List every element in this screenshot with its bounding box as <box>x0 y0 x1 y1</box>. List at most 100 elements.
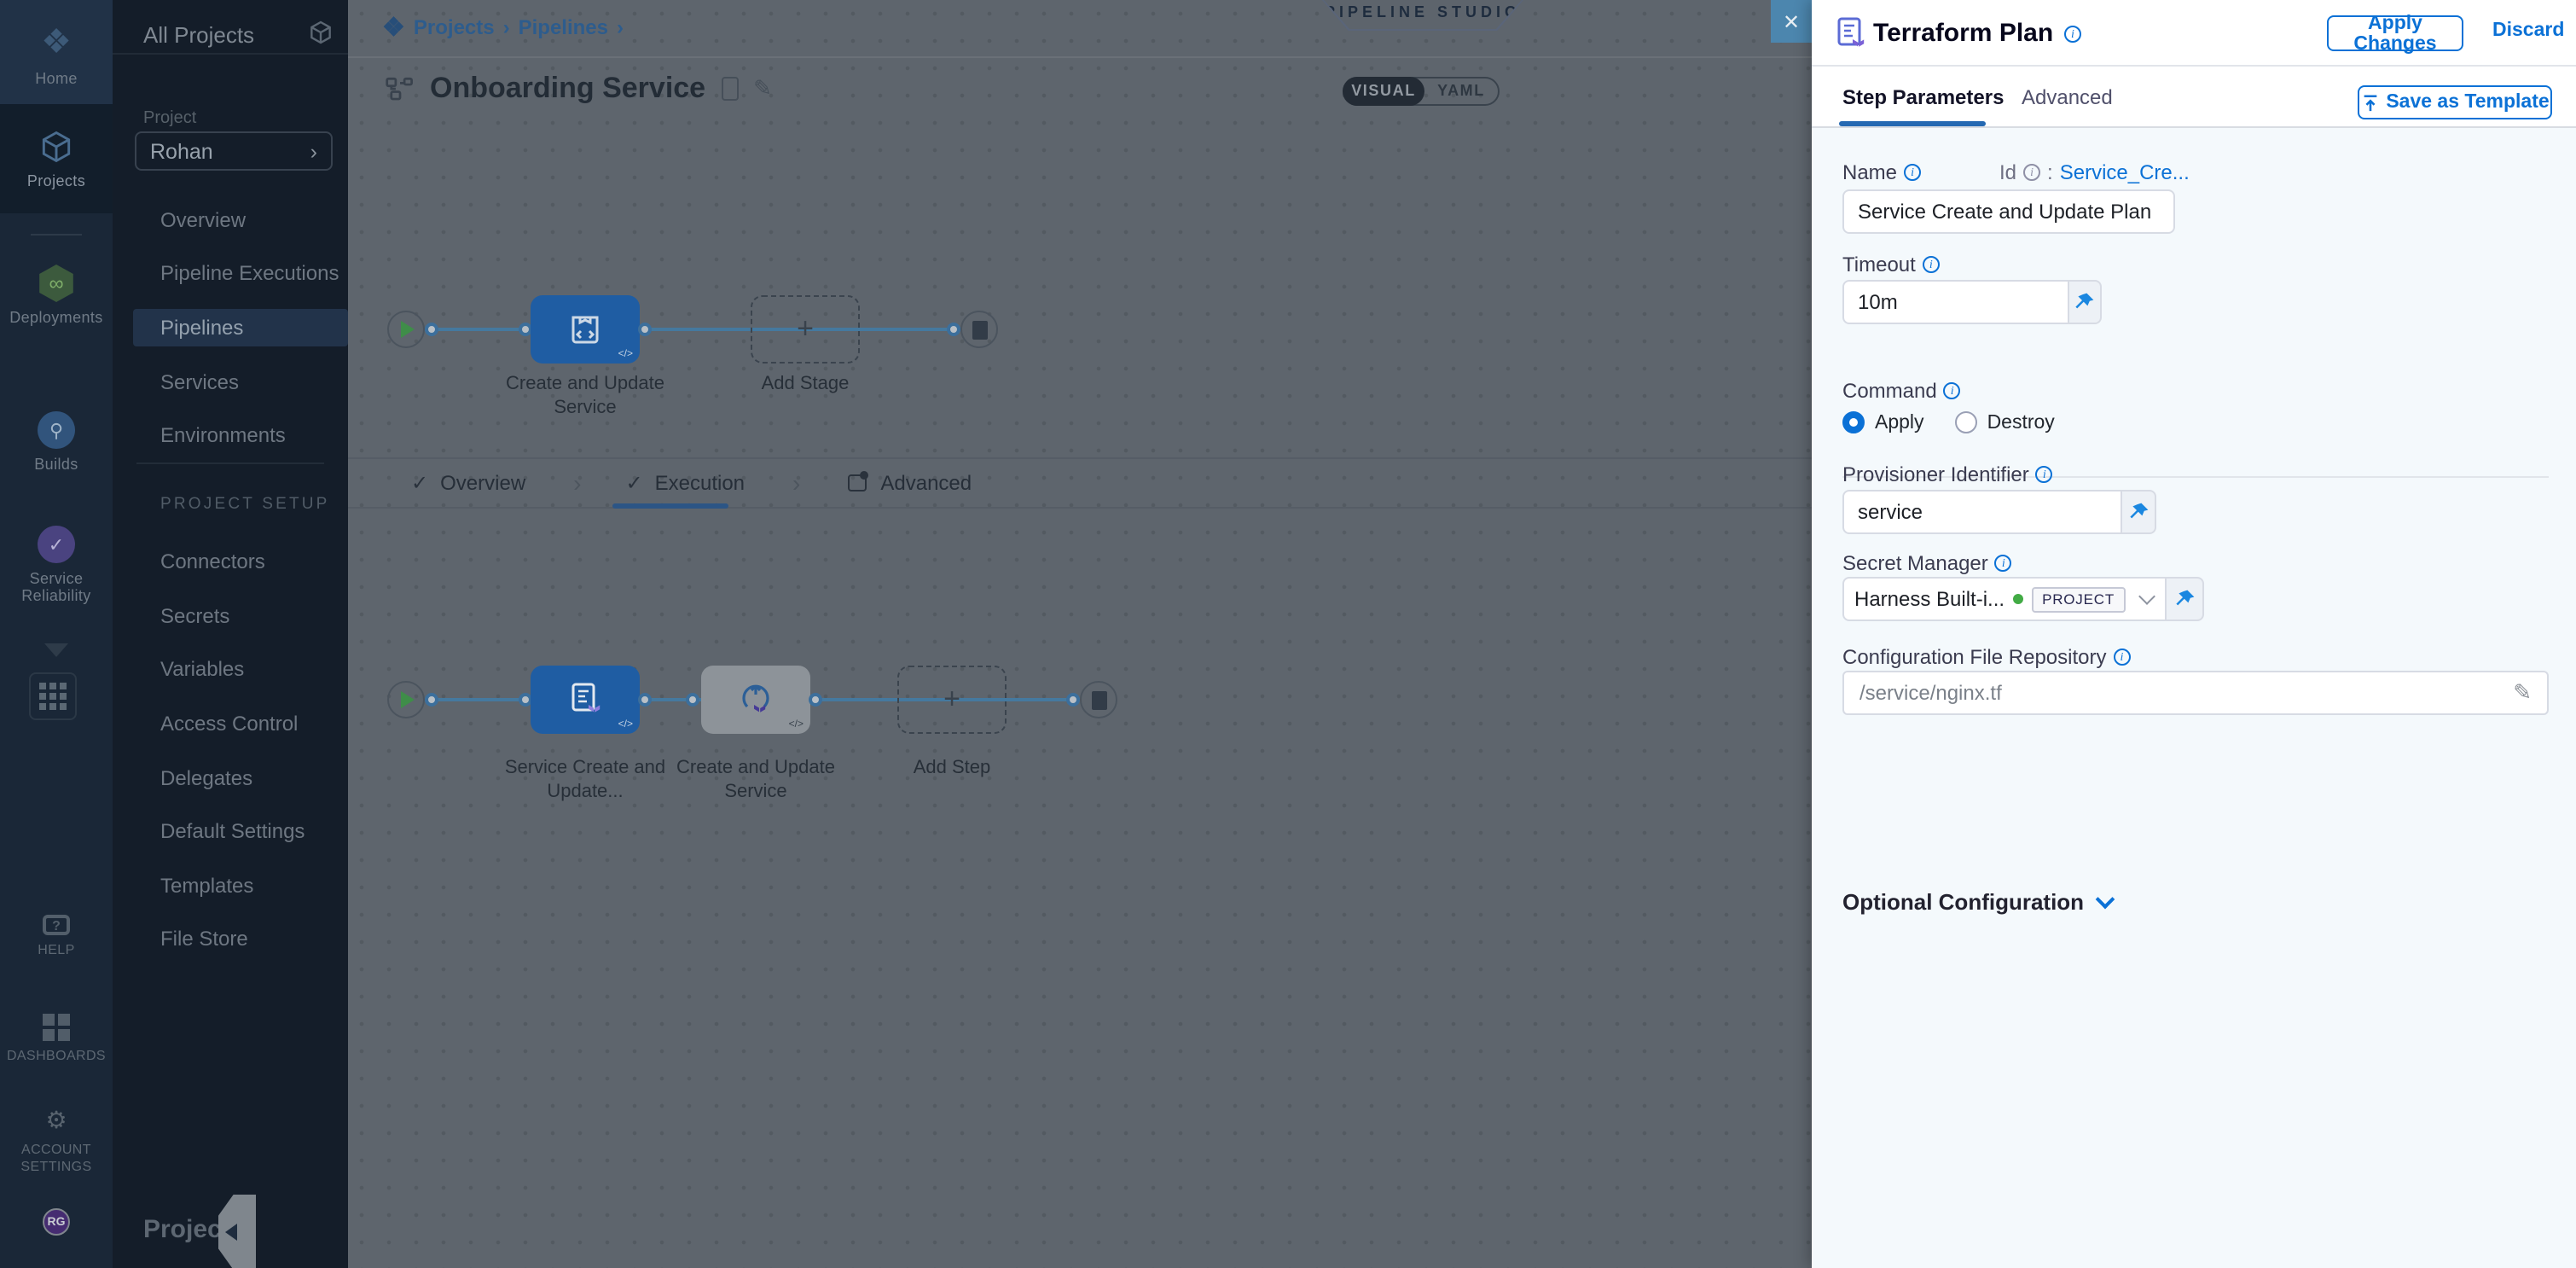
breadcrumb-projects[interactable]: Projects <box>414 15 495 39</box>
info-icon[interactable]: i <box>2064 26 2081 43</box>
divider <box>113 53 348 55</box>
user-avatar[interactable]: RG <box>43 1208 70 1236</box>
nav-item-account-settings[interactable]: ⚙ ACCOUNT SETTINGS <box>0 1106 113 1174</box>
all-projects-header[interactable]: All Projects <box>143 22 254 48</box>
close-icon[interactable]: ✕ <box>1771 0 1812 43</box>
cube-icon <box>38 128 75 166</box>
node-port <box>686 693 699 707</box>
tab-execution[interactable]: Execution <box>655 471 745 495</box>
notes-icon[interactable] <box>721 77 738 101</box>
info-icon[interactable]: i <box>1923 256 1940 273</box>
sidebar-item-secrets[interactable]: Secrets <box>113 597 348 635</box>
sidebar-item-variables[interactable]: Variables <box>113 650 348 688</box>
nav-item-home[interactable]: ❖ Home <box>0 0 113 104</box>
nav-label: Projects <box>0 172 113 189</box>
provisioner-input[interactable] <box>1842 490 2123 534</box>
stage-node-create-and-update-service[interactable]: </> <box>531 295 640 364</box>
nav-item-deployments[interactable]: ∞ Deployments <box>0 265 113 326</box>
dashboards-icon <box>43 1014 70 1041</box>
rail-collapse-chevron-icon[interactable] <box>44 635 68 666</box>
id-value-link[interactable]: Service_Cre... <box>2060 160 2190 184</box>
optional-configuration-toggle[interactable]: Optional Configuration <box>1842 889 2111 915</box>
terraform-plan-drawer: Terraform Plan i Apply Changes Discard S… <box>1812 0 2576 1268</box>
discard-button[interactable]: Discard <box>2492 20 2564 41</box>
nav-label: DASHBOARDS <box>0 1048 113 1063</box>
pin-icon <box>2174 589 2195 609</box>
name-input[interactable] <box>1842 189 2175 234</box>
sidebar-item-access-control[interactable]: Access Control <box>113 705 348 742</box>
nav-label: Builds <box>0 456 113 473</box>
radio-apply[interactable] <box>1842 411 1865 433</box>
edit-pencil-icon[interactable]: ✎ <box>2513 679 2532 707</box>
sidebar-item-pipeline-executions[interactable]: Pipeline Executions <box>113 254 348 292</box>
toggle-yaml[interactable]: YAML <box>1424 79 1498 104</box>
info-icon[interactable]: i <box>1944 382 1961 399</box>
check-icon: ✓ <box>626 471 643 495</box>
sidebar-item-pipelines[interactable]: Pipelines <box>133 309 348 346</box>
grid-icon <box>29 672 77 720</box>
add-step-button[interactable]: + <box>897 666 1007 734</box>
breadcrumb: ❖ Projects › Pipelines › <box>382 12 624 43</box>
nav-item-builds[interactable]: ⚲ Builds <box>0 411 113 473</box>
pencil-icon[interactable]: ✎ <box>753 75 772 102</box>
save-as-template-button[interactable]: Save as Template <box>2358 85 2552 119</box>
info-icon[interactable]: i <box>2023 164 2040 181</box>
timeout-label-row: Timeout i <box>1842 253 1940 276</box>
visual-yaml-toggle: VISUAL YAML <box>1343 77 1500 106</box>
harness-logo-icon: ❖ <box>41 24 72 61</box>
config-repo-field[interactable]: /service/nginx.tf ✎ <box>1842 671 2549 715</box>
terraform-plan-icon <box>568 681 602 718</box>
sidebar-item-templates[interactable]: Templates <box>113 867 348 904</box>
timeout-input[interactable] <box>1842 280 2069 324</box>
drawer-tab-strip: Step Parameters Advanced Save as Templat… <box>1812 67 2576 128</box>
nav-item-service-reliability[interactable]: ✓ Service Reliability <box>0 526 113 604</box>
play-icon <box>401 691 415 708</box>
module-grid-button[interactable] <box>29 667 77 720</box>
pin-button[interactable] <box>2123 490 2156 534</box>
step-node-terraform-plan-selected[interactable]: </> <box>531 666 640 734</box>
toggle-visual[interactable]: VISUAL <box>1343 77 1424 106</box>
tab-advanced[interactable]: Advanced <box>880 471 972 495</box>
tab-step-parameters[interactable]: Step Parameters <box>1842 85 2004 109</box>
sidebar-item-overview[interactable]: Overview <box>113 201 348 239</box>
radio-destroy[interactable] <box>1955 411 1977 433</box>
sidebar-item-default-settings[interactable]: Default Settings <box>113 812 348 850</box>
help-chat-icon: ? <box>43 915 70 935</box>
sidebar-item-file-store[interactable]: File Store <box>113 920 348 957</box>
pipeline-end-node <box>960 311 998 348</box>
id-row: Id i : Service_Cre... <box>1999 160 2190 184</box>
pin-button[interactable] <box>2069 280 2102 324</box>
active-tab-underline <box>1839 121 1986 126</box>
nav-item-projects[interactable]: Projects <box>0 104 113 213</box>
play-icon <box>401 321 415 338</box>
sidebar-item-environments[interactable]: Environments <box>113 416 348 454</box>
sidebar-item-services[interactable]: Services <box>113 364 348 401</box>
info-icon[interactable]: i <box>2036 466 2053 483</box>
gear-icon: ⚙ <box>45 1106 67 1133</box>
code-badge: </> <box>789 720 804 730</box>
builds-icon: ⚲ <box>38 411 75 449</box>
add-stage-button[interactable]: + <box>751 295 860 364</box>
info-icon[interactable]: i <box>1904 164 1921 181</box>
step-node-terraform-apply[interactable]: </> <box>701 666 810 734</box>
tab-advanced[interactable]: Advanced <box>2022 85 2113 109</box>
tab-overview[interactable]: Overview <box>440 471 525 495</box>
nav-item-help[interactable]: ? HELP <box>0 915 113 957</box>
breadcrumb-pipelines[interactable]: Pipelines <box>519 15 608 39</box>
apply-changes-button[interactable]: Apply Changes <box>2327 15 2463 51</box>
stage-tab-strip: ✓ Overview › ✓ Execution › Advanced <box>348 457 1812 509</box>
node-port <box>809 693 822 707</box>
secret-manager-select[interactable]: Harness Built-i... PROJECT <box>1842 577 2167 621</box>
sidebar-item-delegates[interactable]: Delegates <box>113 759 348 797</box>
pin-button[interactable] <box>2167 577 2204 621</box>
info-icon[interactable]: i <box>2114 649 2131 666</box>
nav-item-dashboards[interactable]: DASHBOARDS <box>0 1012 113 1063</box>
project-label: Project <box>143 109 196 128</box>
project-selector[interactable]: Rohan › <box>135 131 333 171</box>
sidebar-item-connectors[interactable]: Connectors <box>113 543 348 580</box>
info-icon[interactable]: i <box>1995 555 2012 572</box>
harness-logo-icon: ❖ <box>382 12 405 43</box>
pin-icon <box>2074 292 2095 312</box>
chevron-right-icon: › <box>792 469 800 497</box>
code-badge: </> <box>618 350 633 360</box>
